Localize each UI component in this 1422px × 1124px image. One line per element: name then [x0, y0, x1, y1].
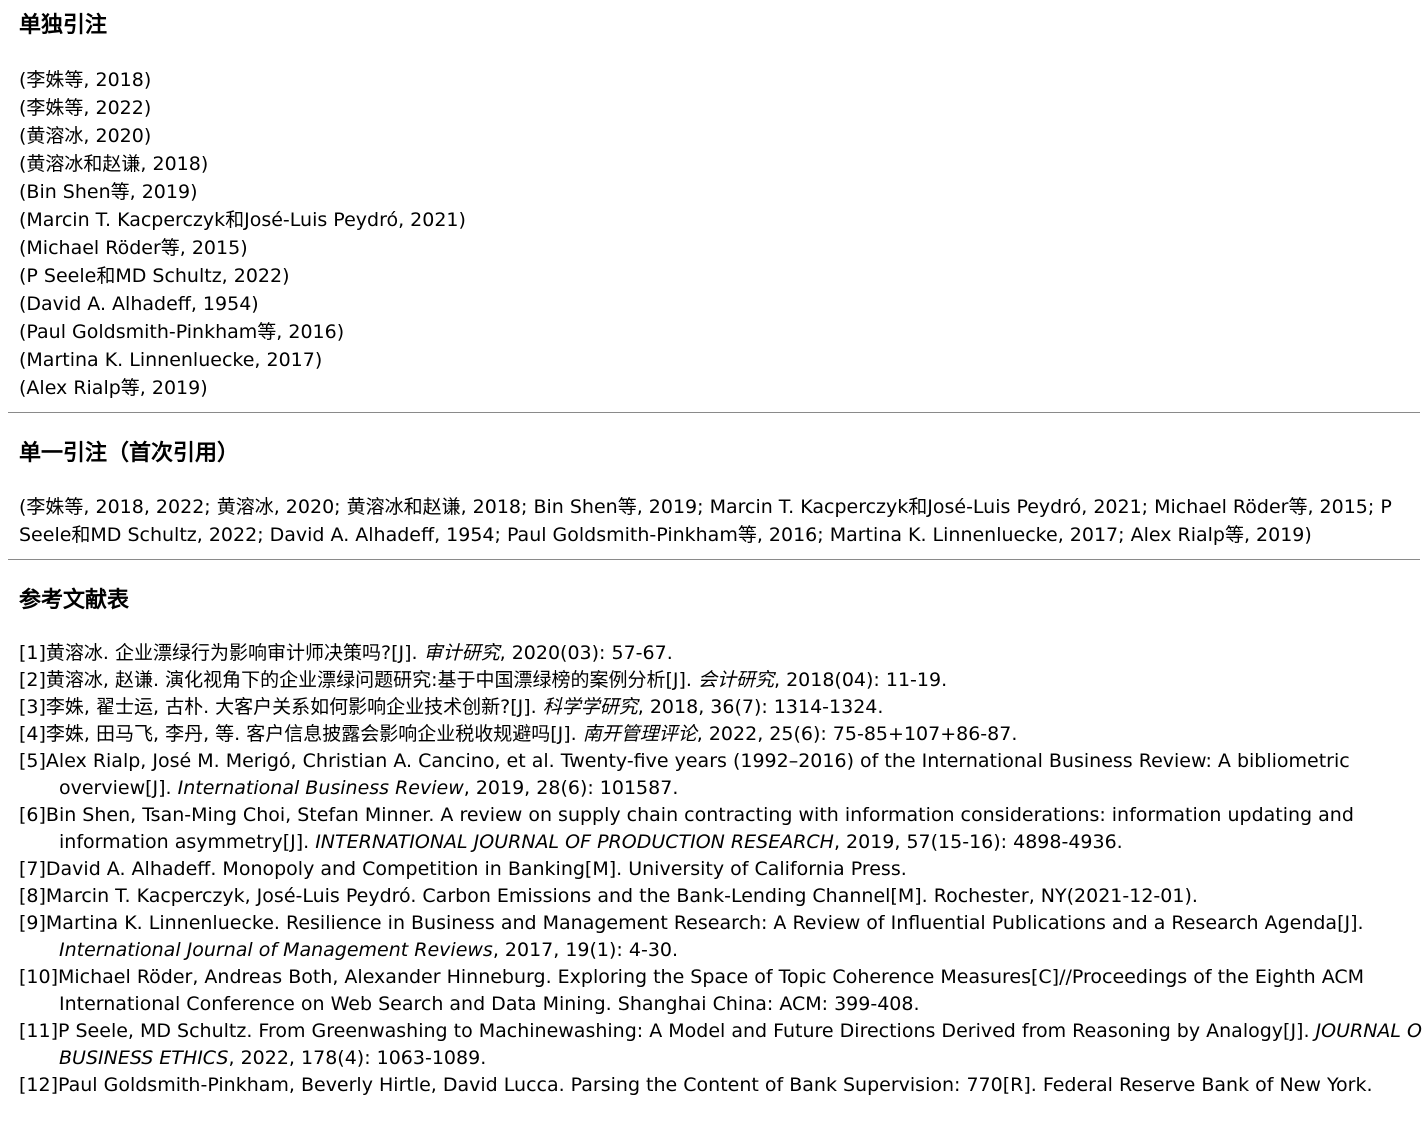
journal-name: 会计研究: [697, 669, 774, 691]
citation-item: (Michael Röder等, 2015): [19, 237, 248, 259]
reference-item: [5]Alex Rialp, José M. Merigó, Christian…: [19, 750, 1350, 799]
journal-name: 科学学研究: [542, 696, 638, 718]
reference-item: [7]David A. Alhadeff. Monopoly and Compe…: [19, 858, 907, 880]
journal-name: International Journal of Management Revi…: [59, 939, 493, 961]
journal-name: 南开管理评论: [582, 723, 697, 745]
reference-item: [1]黄溶冰. 企业漂绿行为影响审计师决策吗?[J]. 审计研究, 2020(0…: [19, 642, 673, 664]
citation-item: (李姝等, 2018): [19, 69, 152, 91]
reference-item: [10]Michael Röder, Andreas Both, Alexand…: [19, 966, 1365, 1015]
section-divider: [8, 412, 1420, 413]
journal-name: International Business Review: [177, 777, 464, 799]
section-divider: [8, 559, 1420, 560]
first-citation-heading: 单一引注（首次引用）: [19, 441, 240, 466]
reference-item: [2]黄溶冰, 赵谦. 演化视角下的企业漂绿问题研究:基于中国漂绿榜的案例分析[…: [19, 669, 948, 691]
reference-item: [3]李姝, 翟士运, 古朴. 大客户关系如何影响企业技术创新?[J]. 科学学…: [19, 696, 884, 718]
citation-item: (Paul Goldsmith-Pinkham等, 2016): [19, 321, 345, 343]
reference-item: [9]Martina K. Linnenluecke. Resilience i…: [19, 912, 1364, 961]
citation-item: (黄溶冰和赵谦, 2018): [19, 153, 209, 175]
reference-item: [11]P Seele, MD Schultz. From Greenwashi…: [19, 1018, 1422, 1072]
citation-item: (Bin Shen等, 2019): [19, 181, 198, 203]
references-heading: 参考文献表: [19, 588, 130, 613]
citation-item: (Marcin T. Kacperczyk和José-Luis Peydró, …: [19, 209, 466, 231]
journal-name: INTERNATIONAL JOURNAL OF PRODUCTION RESE…: [315, 831, 834, 853]
single-citation-list: (李姝等, 2018) (李姝等, 2022) (黄溶冰, 2020) (黄溶冰…: [19, 66, 1414, 402]
citation-item: (李姝等, 2022): [19, 97, 152, 119]
citation-item: (David A. Alhadeff, 1954): [19, 293, 259, 315]
reference-item: [12]Paul Goldsmith-Pinkham, Beverly Hirt…: [19, 1074, 1373, 1096]
combined-citation: (李姝等, 2018, 2022; 黄溶冰, 2020; 黄溶冰和赵谦, 201…: [19, 496, 1392, 546]
citation-item: (Martina K. Linnenluecke, 2017): [19, 349, 323, 371]
reference-item: [4]李姝, 田马飞, 李丹, 等. 客户信息披露会影响企业税收规避吗[J]. …: [19, 723, 1018, 745]
journal-name: 审计研究: [423, 642, 500, 664]
citation-item: (P Seele和MD Schultz, 2022): [19, 265, 290, 287]
reference-item: [8]Marcin T. Kacperczyk, José-Luis Peydr…: [19, 885, 1198, 907]
reference-item: [6]Bin Shen, Tsan-Ming Choi, Stefan Minn…: [19, 804, 1354, 853]
single-citation-heading: 单独引注: [19, 13, 108, 38]
citation-item: (黄溶冰, 2020): [19, 125, 152, 147]
reference-list: [1]黄溶冰. 企业漂绿行为影响审计师决策吗?[J]. 审计研究, 2020(0…: [19, 640, 1422, 1099]
citation-item: (Alex Rialp等, 2019): [19, 377, 208, 399]
